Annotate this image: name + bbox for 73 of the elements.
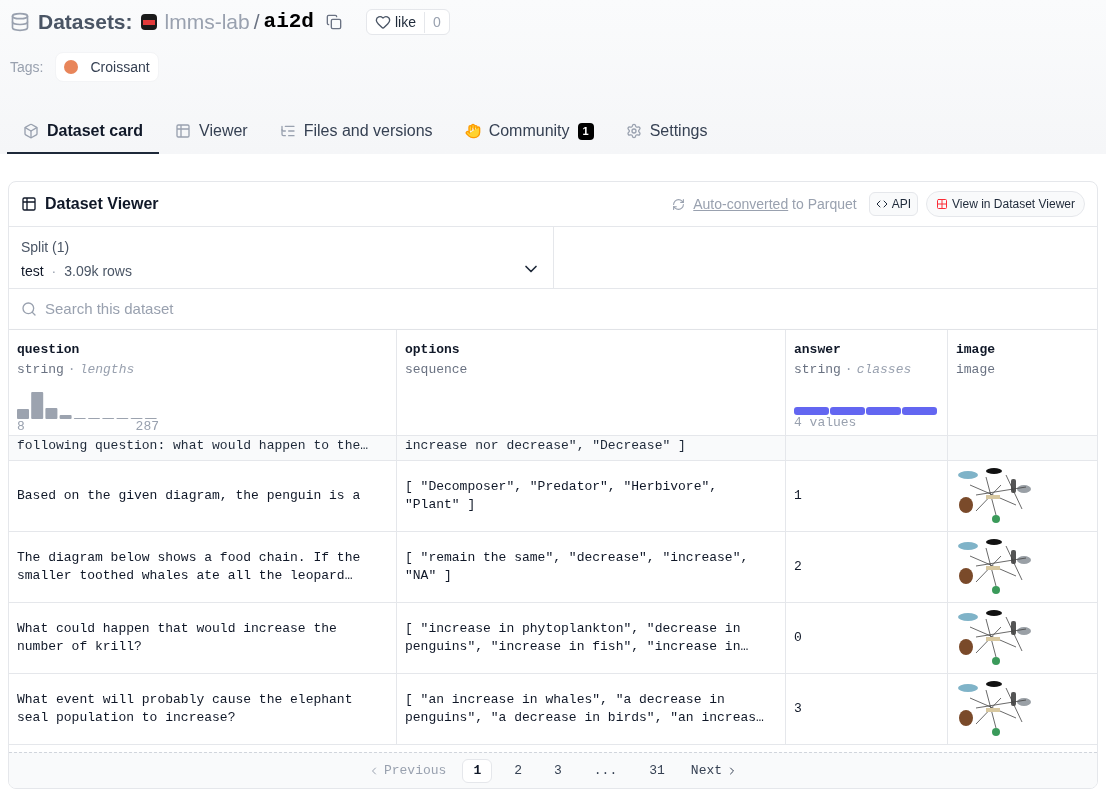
- column-type: string: [17, 360, 64, 379]
- tab[interactable]: Dataset card: [7, 110, 160, 154]
- column-type: sequence: [405, 360, 468, 379]
- row-count: 3.09k rows: [64, 262, 132, 281]
- separator-dot: ·: [844, 360, 853, 379]
- copy-icon[interactable]: [326, 14, 342, 30]
- cube-icon: [23, 123, 39, 139]
- viewer-title: Dataset Viewer: [45, 194, 159, 214]
- heart-icon: [375, 14, 391, 30]
- split-selector[interactable]: Split (1) test · 3.09k rows: [9, 227, 554, 288]
- page-link[interactable]: ...: [583, 758, 628, 783]
- column-name: options: [405, 341, 461, 359]
- table-cell-text: [ "Decomposer", "Predator", "Herbivore", "Plant" ]: [405, 478, 719, 514]
- search-field[interactable]: Search this dataset: [45, 297, 1085, 321]
- table-cell-text: The diagram below shows a food chain. If the smaller toothed whales ate all the leopard…: [17, 549, 362, 585]
- column-stat: lengths: [79, 360, 135, 379]
- grid-icon: [936, 198, 949, 210]
- table-cell: 1: [794, 487, 802, 505]
- histogram-max: 287: [135, 419, 159, 435]
- table-cell: following question: what would happen to the…: [17, 438, 369, 453]
- table-cell: 0: [794, 629, 802, 647]
- api-button[interactable]: API: [868, 192, 919, 216]
- column-type: image: [956, 360, 995, 379]
- page-link[interactable]: 3: [544, 758, 572, 783]
- hand-icon: [464, 123, 481, 139]
- page-link[interactable]: 2: [504, 758, 532, 783]
- column-stat: classes: [856, 360, 912, 379]
- like-button[interactable]: like 0: [366, 9, 450, 35]
- separator-dot: ·: [67, 360, 76, 379]
- page-link[interactable]: 31: [639, 758, 675, 783]
- next-link[interactable]: Next: [682, 760, 747, 781]
- page-link[interactable]: 1: [462, 758, 493, 783]
- table-cell-text: What could happen that would increase the number of krill?: [17, 620, 338, 656]
- database-icon: [10, 12, 30, 32]
- conversion-note: Auto-converted to Parquet: [693, 194, 857, 214]
- like-label: like: [395, 12, 416, 32]
- dataset-name[interactable]: ai2d: [263, 6, 314, 38]
- table-cell-text: What event will probably cause the elephant seal population to increase?: [17, 691, 354, 727]
- histogram-min: 8: [17, 419, 25, 435]
- table-cell-text: [ "remain the same", "decrease", "increase", "NA" ]: [405, 549, 750, 585]
- tab[interactable]: Viewer: [159, 110, 264, 154]
- tab[interactable]: Community 1: [448, 110, 610, 154]
- owner-avatar: [140, 14, 157, 30]
- table-icon: [175, 123, 192, 139]
- split-label: Split (1): [21, 238, 71, 257]
- table-cell-text: [ "increase in phytoplankton", "decrease in penguins", "increase in fish", "increase in…: [405, 620, 750, 656]
- class-count: 4 values: [794, 415, 858, 431]
- tag[interactable]: Croissant: [55, 52, 159, 82]
- section-title: Datasets:: [38, 9, 133, 36]
- column-name: question: [17, 341, 81, 359]
- refresh-icon: [672, 197, 686, 211]
- view-in-viewer-button[interactable]: View in Dataset Viewer: [926, 191, 1085, 217]
- table-icon: [21, 196, 37, 212]
- column-type: string: [794, 360, 841, 379]
- column-name: image: [956, 341, 996, 359]
- table-cell: 3: [794, 700, 802, 718]
- settings-icon: [625, 123, 642, 139]
- path-separator: /: [253, 9, 260, 36]
- tab-badge: 1: [577, 122, 594, 140]
- tab[interactable]: Files and versions: [263, 110, 449, 154]
- like-count: 0: [424, 11, 449, 33]
- table-cell: 2: [794, 558, 802, 576]
- tags-label: Tags:: [10, 57, 44, 77]
- tab[interactable]: Settings: [609, 110, 724, 154]
- search-icon: [21, 301, 37, 317]
- list-icon: [279, 123, 296, 139]
- split-value: test: [21, 262, 44, 281]
- separator-dot: ·: [51, 262, 57, 281]
- code-icon: [875, 198, 888, 210]
- column-name: answer: [794, 341, 842, 359]
- table-cell: Based on the given diagram, the penguin is a: [17, 487, 361, 505]
- table-cell-text: [ "an increase in whales", "a decrease in penguins", "a decrease in birds", "an increas…: [405, 691, 765, 727]
- table-cell: increase nor decrease", "Decrease" ]: [405, 438, 686, 453]
